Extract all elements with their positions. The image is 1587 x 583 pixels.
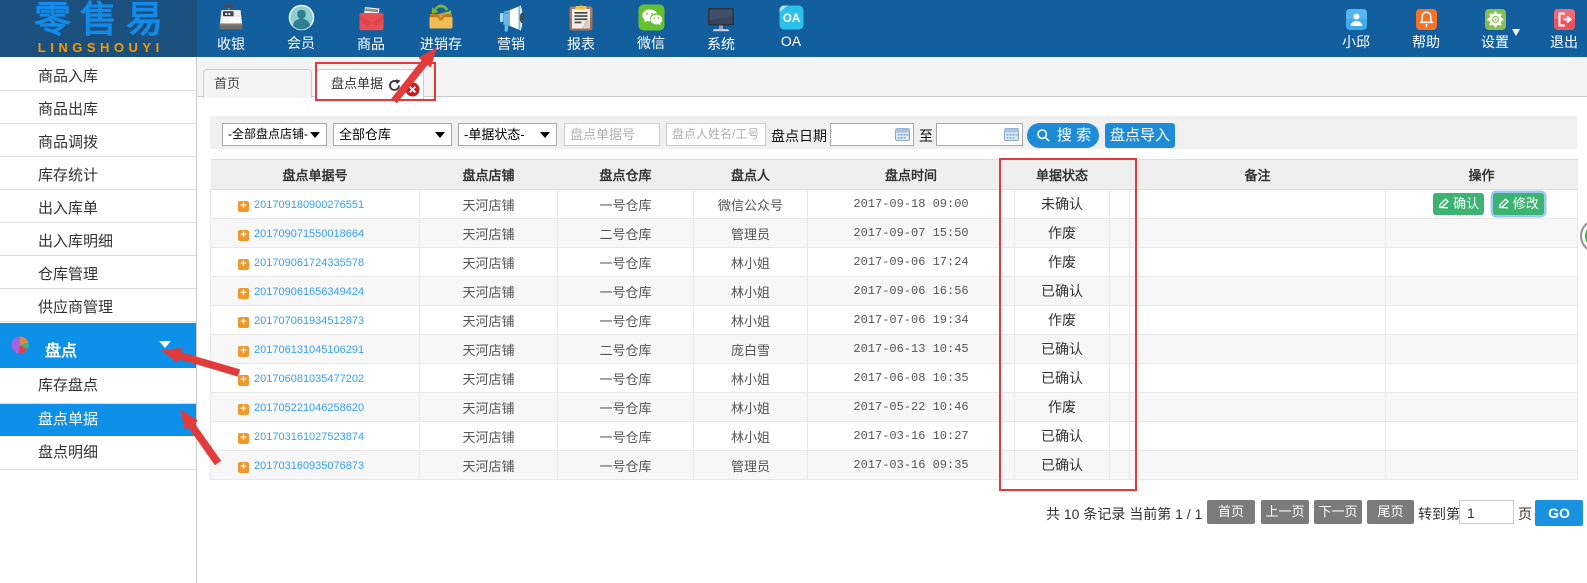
- svg-text:OA: OA: [782, 13, 799, 25]
